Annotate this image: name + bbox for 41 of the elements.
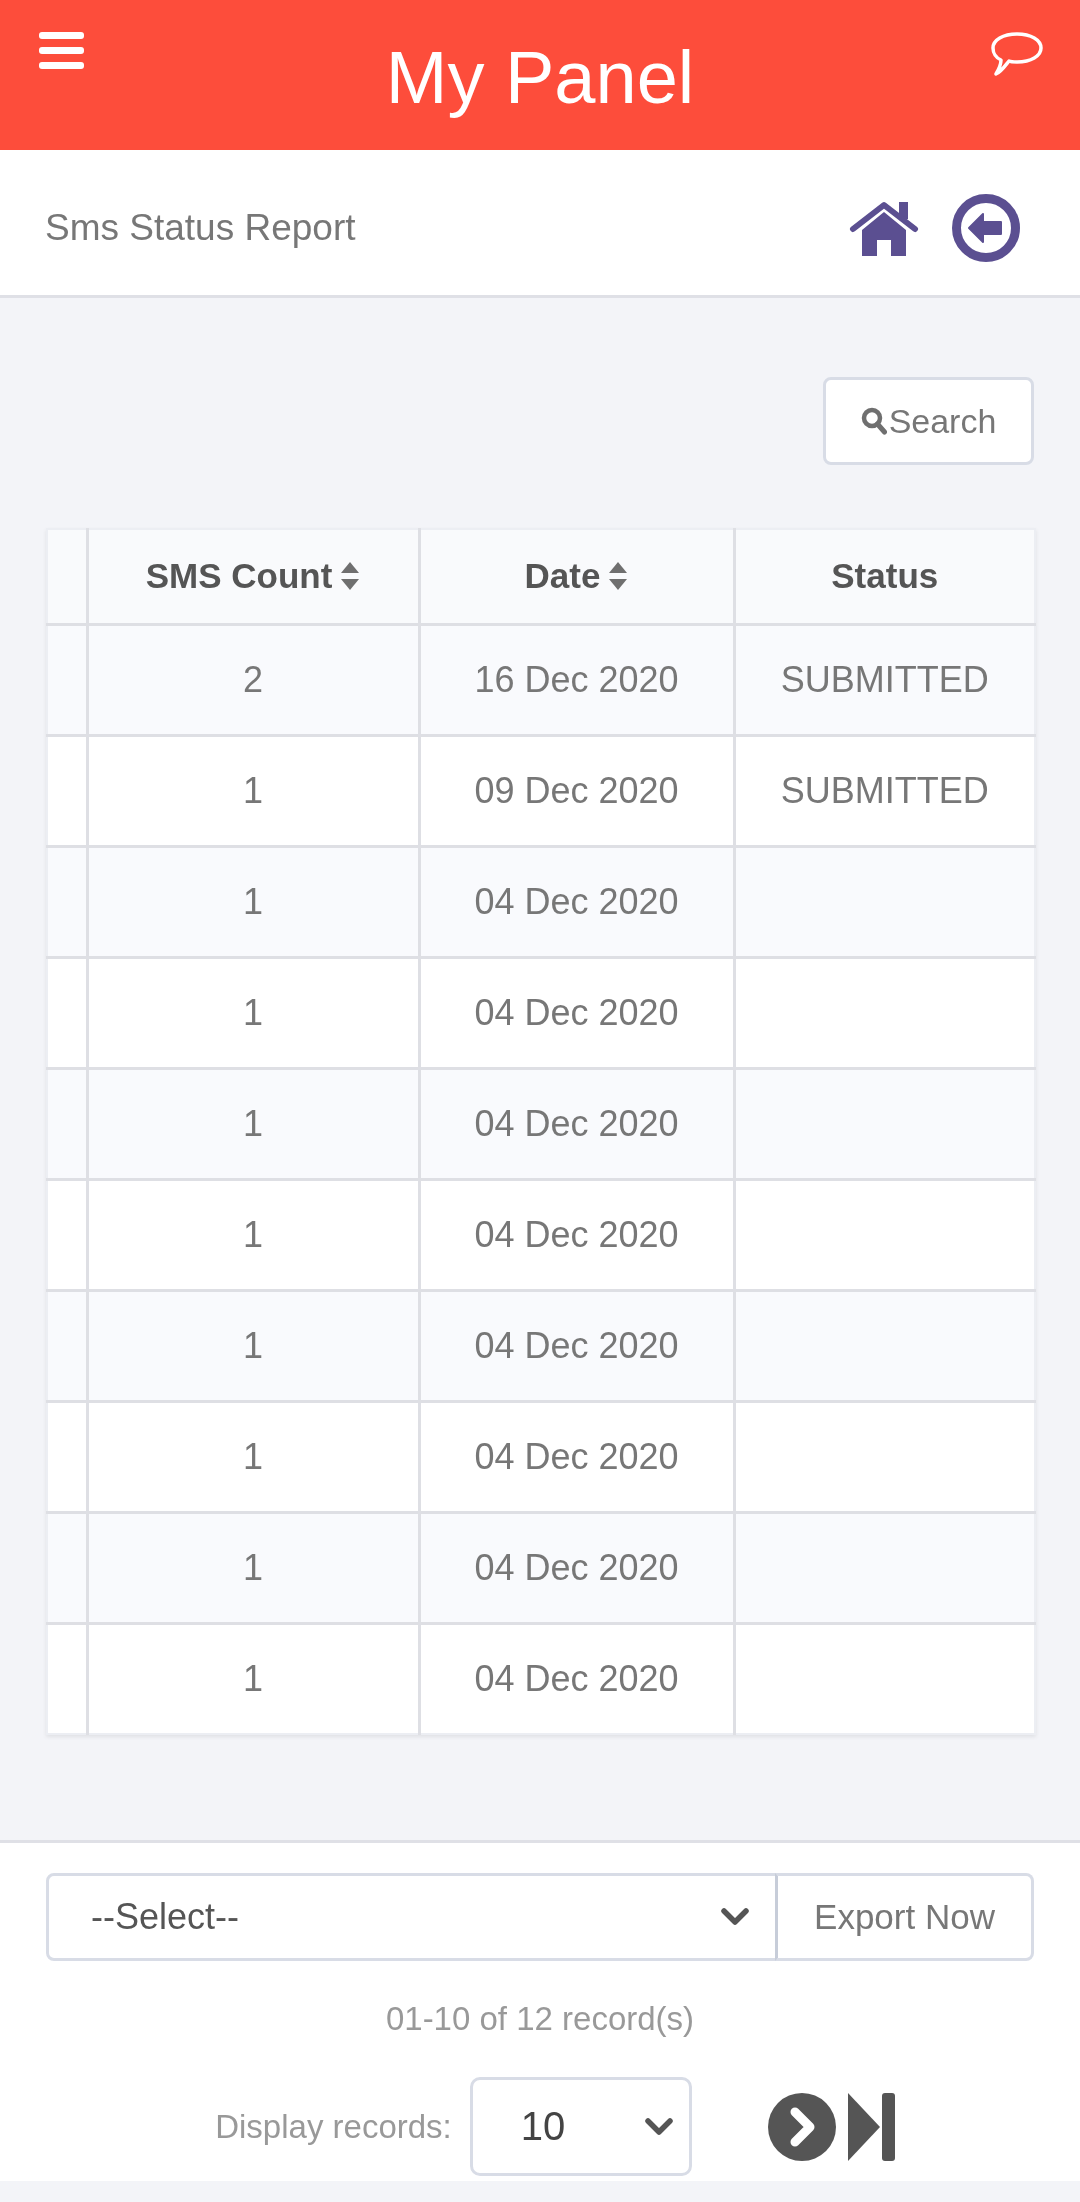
last-page-icon[interactable] [847, 2092, 895, 2161]
sortable-column-header[interactable]: SMS Count [145, 556, 361, 597]
table-cell: 1 [243, 1324, 263, 1366]
table-cell: 1 [243, 1435, 263, 1477]
table-cell: 1 [243, 1657, 263, 1699]
table-cell: 2 [243, 658, 263, 700]
table-cell: 1 [243, 880, 263, 922]
table-cell: 04 Dec 2020 [474, 991, 679, 1033]
table-cell: 04 Dec 2020 [474, 880, 679, 922]
display-records-label: Display records: [215, 2107, 452, 2146]
table-cell: 1 [243, 1213, 263, 1255]
table-cell: 04 Dec 2020 [474, 1324, 679, 1366]
table-cell: 04 Dec 2020 [474, 1546, 679, 1588]
table-cell: 16 Dec 2020 [474, 658, 679, 700]
search-button[interactable]: Search [823, 377, 1034, 465]
table-cell: SUBMITTED [780, 769, 989, 811]
menu-icon[interactable] [39, 32, 84, 69]
table-cell: 09 Dec 2020 [474, 769, 679, 811]
table-cell: 1 [243, 769, 263, 811]
sort-icon [340, 561, 361, 592]
chevron-down-icon [721, 1908, 749, 1926]
records-summary: 01-10 of 12 record(s) [384, 1999, 696, 2039]
table-cell: 04 Dec 2020 [474, 1657, 679, 1699]
table-cell: 04 Dec 2020 [474, 1213, 679, 1255]
table-cell: 1 [243, 991, 263, 1033]
sort-icon [608, 561, 629, 592]
search-icon [860, 407, 887, 435]
table-cell: 04 Dec 2020 [474, 1102, 679, 1144]
chat-bubble-icon[interactable] [990, 31, 1044, 77]
table-cell: SUBMITTED [780, 658, 989, 700]
sortable-column-header[interactable]: Date [524, 556, 629, 597]
export-now-button[interactable]: Export Now [775, 1873, 1034, 1961]
column-header: Status [831, 556, 939, 597]
export-format-select[interactable]: --Select-- [46, 1873, 778, 1961]
next-page-icon[interactable] [767, 2092, 836, 2161]
chevron-down-icon [644, 2117, 673, 2136]
table-cell: 1 [243, 1102, 263, 1144]
page-size-select[interactable]: 10 [469, 2077, 692, 2176]
table-cell: 04 Dec 2020 [474, 1435, 679, 1477]
page-title: Sms Status Report [45, 206, 356, 249]
table-cell: 1 [243, 1546, 263, 1588]
